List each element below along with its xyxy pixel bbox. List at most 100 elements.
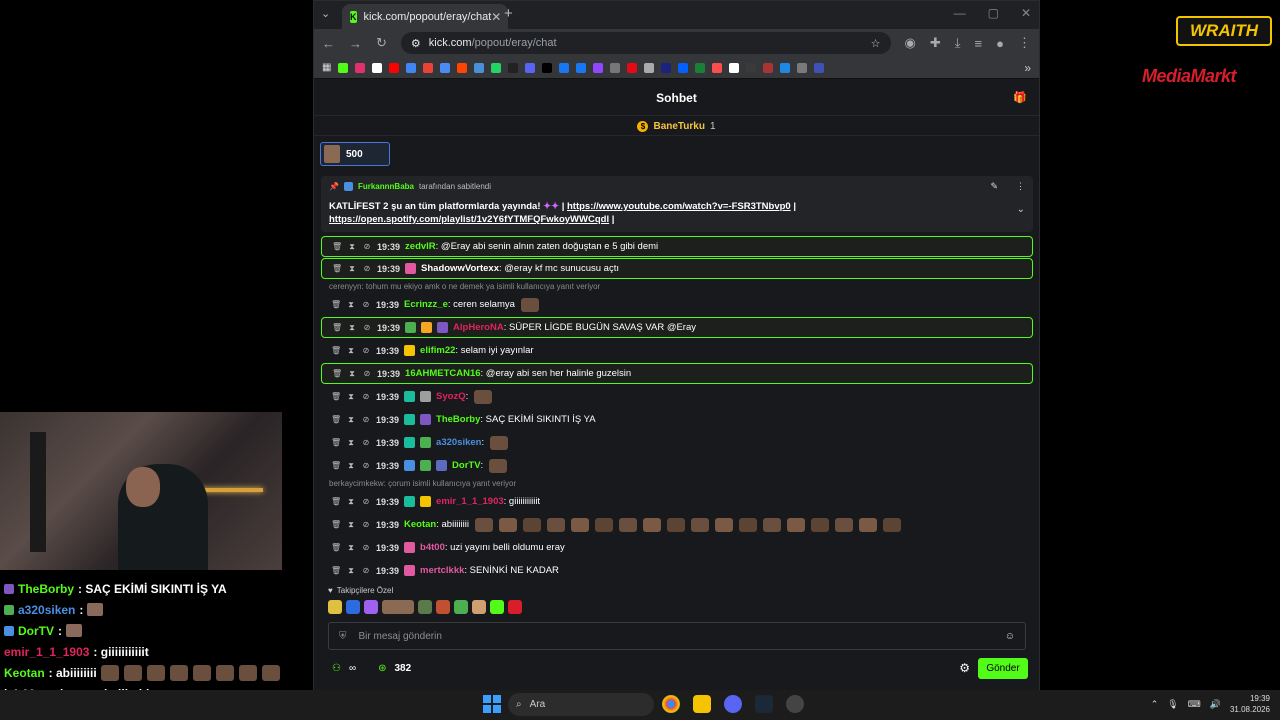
reload-icon[interactable]: ↻ xyxy=(376,35,387,51)
pinned-link-spotify[interactable]: https://open.spotify.com/playlist/1v2Y6f… xyxy=(329,214,609,225)
forward-icon[interactable]: → xyxy=(349,36,362,51)
clock[interactable]: 19:39 31.08.2026 xyxy=(1230,693,1270,715)
message-username[interactable]: b4t00 xyxy=(420,542,445,553)
app-icon[interactable] xyxy=(786,695,804,713)
bookmark-star-icon[interactable]: ☆ xyxy=(871,37,881,50)
bookmark-icon[interactable] xyxy=(338,62,349,73)
site-info-icon[interactable]: ⚙ xyxy=(411,37,421,50)
message-username[interactable]: DorTV xyxy=(452,460,481,471)
timeout-icon[interactable]: ⧗ xyxy=(346,438,356,448)
bookmark-icon[interactable] xyxy=(542,62,553,73)
bookmark-icon[interactable] xyxy=(593,62,604,73)
bookmark-icon[interactable] xyxy=(746,62,757,73)
timeout-icon[interactable]: ⧗ xyxy=(346,497,356,507)
bookmark-icon[interactable] xyxy=(355,62,366,73)
bookmark-icon[interactable] xyxy=(661,62,672,73)
delete-icon[interactable]: 🗑 xyxy=(331,497,341,506)
file-explorer-icon[interactable] xyxy=(693,695,711,713)
bookmark-icon[interactable] xyxy=(814,62,825,73)
bookmark-icon[interactable] xyxy=(780,62,791,73)
volume-icon[interactable]: 🔊 xyxy=(1210,699,1221,710)
message-username[interactable]: Ecrinzz_e xyxy=(404,299,448,310)
chat-message[interactable]: 🗑 ⧗ ⊘ 19:39 emir_1_1_1903: giiiiiiiiiiit xyxy=(321,490,1033,513)
timeout-icon[interactable]: ⧗ xyxy=(347,369,357,379)
ban-icon[interactable]: ⊘ xyxy=(362,323,372,332)
chrome-icon[interactable] xyxy=(662,695,680,713)
message-username[interactable]: SyozQ xyxy=(436,391,466,402)
windows-start-icon[interactable] xyxy=(483,695,501,713)
send-button[interactable]: Gönder xyxy=(978,657,1028,679)
delete-icon[interactable]: 🗑 xyxy=(332,242,342,251)
message-username[interactable]: a320siken xyxy=(436,437,481,448)
close-tab-icon[interactable]: ✕ xyxy=(491,10,501,24)
bookmark-icon[interactable] xyxy=(712,62,723,73)
bookmark-icon[interactable] xyxy=(644,62,655,73)
message-username[interactable]: TheBorby xyxy=(436,414,480,425)
bookmark-icon[interactable] xyxy=(440,62,451,73)
message-username[interactable]: Keotan xyxy=(404,519,436,530)
delete-icon[interactable]: 🗑 xyxy=(331,392,341,401)
emote[interactable] xyxy=(436,600,450,614)
chat-message[interactable]: 🗑 ⧗ ⊘ 19:39 b4t00: uzi yayını belli oldumu e… xyxy=(321,536,1033,559)
delete-icon[interactable]: 🗑 xyxy=(332,323,342,332)
profile-avatar[interactable]: ● xyxy=(996,36,1004,51)
bookmark-icon[interactable] xyxy=(372,62,383,73)
gift-icon[interactable]: 🎁 xyxy=(1013,91,1027,104)
chat-message[interactable]: 🗑 ⧗ ⊘ 19:39 elifim22: selam iyi yayınlar xyxy=(321,339,1033,362)
top-donor-name[interactable]: BaneTurku xyxy=(653,121,705,132)
timeout-icon[interactable]: ⧗ xyxy=(346,520,356,530)
bookmark-icon[interactable] xyxy=(576,62,587,73)
ban-icon[interactable]: ⊘ xyxy=(361,497,371,506)
network-icon[interactable]: ⌨ xyxy=(1188,699,1201,710)
message-input[interactable]: ⛨ Bir mesaj gönderin ☺ xyxy=(328,622,1026,650)
chat-message[interactable]: 🗑 ⧗ ⊘ 19:39 Ecrinzz_e: ceren selamya xyxy=(321,293,1033,316)
close-window-icon[interactable]: ✕ xyxy=(1021,6,1031,20)
tab-search-chevron-icon[interactable]: ⌄ xyxy=(321,7,330,20)
message-username[interactable]: mertclkkk xyxy=(420,565,464,576)
bookmark-icon[interactable] xyxy=(610,62,621,73)
emote[interactable] xyxy=(490,600,504,614)
bookmark-icon[interactable] xyxy=(491,62,502,73)
chat-message[interactable]: 🗑 ⧗ ⊘ 19:39 SyozQ: xyxy=(321,385,1033,408)
chat-message[interactable]: 🗑 ⧗ ⊘ 19:39 TheBorby: SAÇ EKİMİ SIKINTI İŞ Y… xyxy=(321,408,1033,431)
ban-icon[interactable]: ⊘ xyxy=(361,415,371,424)
ban-icon[interactable]: ⊘ xyxy=(361,346,371,355)
channel-points-icon[interactable]: ⚇ xyxy=(332,663,341,674)
message-username[interactable]: zedvlR xyxy=(405,241,436,252)
download-icon[interactable]: ⤓ xyxy=(955,35,961,51)
delete-icon[interactable]: 🗑 xyxy=(332,369,342,378)
timeout-icon[interactable]: ⧗ xyxy=(346,300,356,310)
chat-message[interactable]: 🗑 ⧗ ⊘ 19:39 ShadowwVortexx: @eray kf mc sunu… xyxy=(321,258,1033,279)
apps-grid-icon[interactable]: ▦ xyxy=(322,62,331,73)
bookmark-icon[interactable] xyxy=(508,62,519,73)
tray-chevron-icon[interactable]: ⌃ xyxy=(1151,699,1159,710)
emote[interactable] xyxy=(508,600,522,614)
new-tab-icon[interactable]: + xyxy=(504,5,513,22)
ban-icon[interactable]: ⊘ xyxy=(362,369,372,378)
chat-message[interactable]: 🗑 ⧗ ⊘ 19:39 DorTV: xyxy=(321,454,1033,477)
mic-icon[interactable]: 🎙 xyxy=(1167,699,1178,710)
message-username[interactable]: 16AHMETCAN16 xyxy=(405,368,481,379)
address-bar[interactable]: ⚙ kick.com/popout/eray/chat ☆ xyxy=(400,32,891,54)
bookmark-icon[interactable] xyxy=(678,62,689,73)
emote[interactable] xyxy=(346,600,360,614)
message-username[interactable]: emir_1_1_1903 xyxy=(436,496,504,507)
discord-icon[interactable] xyxy=(724,695,742,713)
steam-icon[interactable] xyxy=(755,695,773,713)
ban-icon[interactable]: ⊘ xyxy=(362,242,372,251)
bookmark-icon[interactable] xyxy=(763,62,774,73)
chat-message[interactable]: 🗑 ⧗ ⊘ 19:39 mertclkkk: SENİNKİ NE KADAR xyxy=(321,559,1033,582)
bookmark-icon[interactable] xyxy=(406,62,417,73)
timeout-icon[interactable]: ⧗ xyxy=(346,461,356,471)
pinned-menu-icon[interactable]: ⋮ xyxy=(1016,181,1025,192)
chat-message[interactable]: 🗑 ⧗ ⊘ 19:39 16AHMETCAN16: @eray abi sen her … xyxy=(321,363,1033,384)
chat-message[interactable]: 🗑 ⧗ ⊘ 19:39 a320siken: xyxy=(321,431,1033,454)
bookmark-icon[interactable] xyxy=(729,62,740,73)
delete-icon[interactable]: 🗑 xyxy=(331,346,341,355)
bookmark-icon[interactable] xyxy=(525,62,536,73)
timeout-icon[interactable]: ⧗ xyxy=(346,543,356,553)
bookmarks-overflow-icon[interactable]: » xyxy=(1024,61,1031,75)
ban-icon[interactable]: ⊘ xyxy=(361,566,371,575)
delete-icon[interactable]: 🗑 xyxy=(331,461,341,470)
emote[interactable] xyxy=(382,600,414,614)
